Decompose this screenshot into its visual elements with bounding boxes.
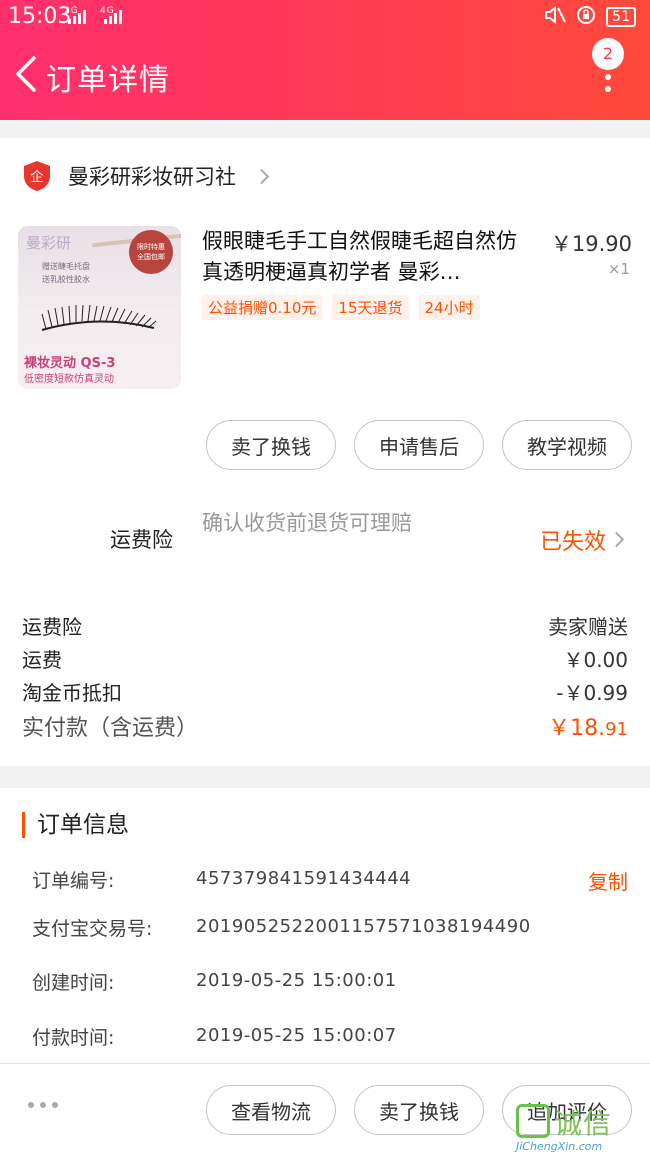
order-number-label: 订单编号: — [32, 870, 115, 892]
product-image-subtext: 赠送睫毛托盘 送乳胶性胶水 — [42, 260, 90, 286]
tag-return: 15天退货 — [332, 295, 409, 320]
shop-link[interactable]: 企 曼彩研彩妆研习社 — [22, 158, 270, 194]
notification-badge: 2 — [592, 38, 624, 70]
fee-value: -￥0.99 — [556, 681, 628, 705]
product-image-seal-line: 全国包邮 — [137, 253, 165, 261]
signal-icon-2 — [104, 8, 122, 24]
page-title: 订单详情 — [46, 63, 170, 98]
paid-time-label: 付款时间: — [32, 1027, 115, 1049]
product-image-caption-sub: 低密度短款仿真灵动 — [24, 374, 114, 385]
watermark-url: JiChengXin.com — [516, 1140, 603, 1153]
signal-icon — [68, 8, 86, 24]
back-arrow-icon[interactable] — [12, 54, 42, 94]
watermark-logo: 诚信 JiChengXin.com — [516, 1098, 644, 1153]
total-value-cents: 91 — [605, 719, 628, 740]
fee-row-coins: 淘金币抵扣 -￥0.99 — [22, 677, 628, 706]
insurance-label: 运费险 — [110, 528, 173, 552]
shop-logo-icon: 企 — [22, 160, 52, 192]
alipay-number-value: 2019052522001157571038194490 — [196, 916, 531, 937]
status-time: 15:03 — [8, 4, 72, 29]
total-label: 实付款（含运费） — [22, 716, 199, 741]
lock-rotation-icon — [576, 5, 596, 29]
product-image-subline: 赠送睫毛托盘 — [42, 262, 90, 271]
more-dot-icon — [605, 74, 611, 80]
product-quantity: ×1 — [607, 260, 630, 278]
insurance-status[interactable]: 已失效 — [540, 524, 606, 556]
product-image-subline: 送乳胶性胶水 — [42, 275, 90, 284]
product-image-seal-line: 限时特惠 — [137, 243, 165, 251]
header-bar: 15:03 2G 4G 51 订单详情 2 — [0, 0, 650, 120]
more-menu-button[interactable]: 2 — [590, 36, 630, 96]
eyelash-illustration — [41, 304, 157, 331]
fee-value: ￥0.00 — [563, 648, 628, 672]
paid-time-value: 2019-05-25 15:00:07 — [196, 1025, 397, 1046]
created-time-value: 2019-05-25 15:00:01 — [196, 970, 397, 991]
product-tags: 公益捐赠0.10元 15天退货 24小时 — [202, 295, 480, 320]
order-card: 企 曼彩研彩妆研习社 曼彩研 限时特惠 全国包邮 赠送睫毛托盘 送乳胶性胶水 裸… — [0, 138, 650, 766]
battery-icon: 51 — [606, 7, 636, 27]
total-value: ￥18.91 — [548, 710, 628, 742]
fee-label: 运费险 — [22, 615, 82, 639]
created-time-label: 创建时间: — [32, 972, 115, 994]
order-info-card: 订单信息 订单编号: 457379841591434444 复制 支付宝交易号:… — [0, 788, 650, 1063]
tag-charity: 公益捐赠0.10元 — [202, 295, 323, 320]
tag-24h: 24小时 — [418, 295, 480, 320]
item-actions: 卖了换钱 申请售后 教学视频 — [206, 420, 632, 470]
status-right: 51 — [544, 5, 636, 29]
view-logistics-button[interactable]: 查看物流 — [206, 1085, 336, 1135]
product-price: ￥19.90 — [550, 232, 632, 256]
chevron-right-icon — [253, 168, 270, 184]
resell-button-bottom[interactable]: 卖了换钱 — [354, 1085, 484, 1135]
status-bar: 15:03 2G 4G 51 — [0, 0, 650, 34]
total-value-main: ￥18. — [548, 716, 606, 741]
product-image-brand: 曼彩研 — [26, 234, 72, 252]
order-info-title: 订单信息 — [22, 812, 129, 838]
product-image-seal: 限时特惠 全国包邮 — [129, 230, 173, 274]
copy-button[interactable]: 复制 — [588, 866, 628, 895]
more-actions-icon[interactable] — [28, 1102, 58, 1108]
watermark-text: 诚信 — [554, 1107, 613, 1140]
alipay-number-label: 支付宝交易号: — [32, 918, 153, 940]
tutorial-video-button[interactable]: 教学视频 — [502, 420, 632, 470]
product-image-caption: 裸妆灵动 QS-3 — [24, 356, 116, 371]
fee-value: 卖家赠送 — [548, 615, 628, 639]
fee-label: 运费 — [22, 648, 62, 672]
after-sales-button[interactable]: 申请售后 — [354, 420, 484, 470]
insurance-description: 确认收货前退货可理赔 — [202, 511, 412, 535]
product-title[interactable]: 假眼睫毛手工自然假睫毛超自然仿真透明梗逼真初学者 曼彩… — [202, 226, 537, 288]
product-image[interactable]: 曼彩研 限时特惠 全国包邮 赠送睫毛托盘 送乳胶性胶水 裸妆灵动 QS-3 低密… — [18, 226, 181, 389]
resell-button[interactable]: 卖了换钱 — [206, 420, 336, 470]
fee-row-insurance: 运费险 卖家赠送 — [22, 611, 628, 640]
watermark-box-icon — [516, 1104, 550, 1138]
total-row: 实付款（含运费） ￥18.91 — [22, 710, 628, 742]
chevron-right-icon[interactable] — [608, 531, 625, 548]
order-number-value: 457379841591434444 — [196, 868, 412, 889]
fee-label: 淘金币抵扣 — [22, 681, 122, 705]
fee-row-shipping: 运费 ￥0.00 — [22, 644, 628, 673]
shop-name: 曼彩研彩妆研习社 — [68, 165, 236, 189]
more-dot-icon — [605, 86, 611, 92]
mute-icon — [544, 5, 567, 28]
shop-logo-text: 企 — [30, 169, 43, 185]
